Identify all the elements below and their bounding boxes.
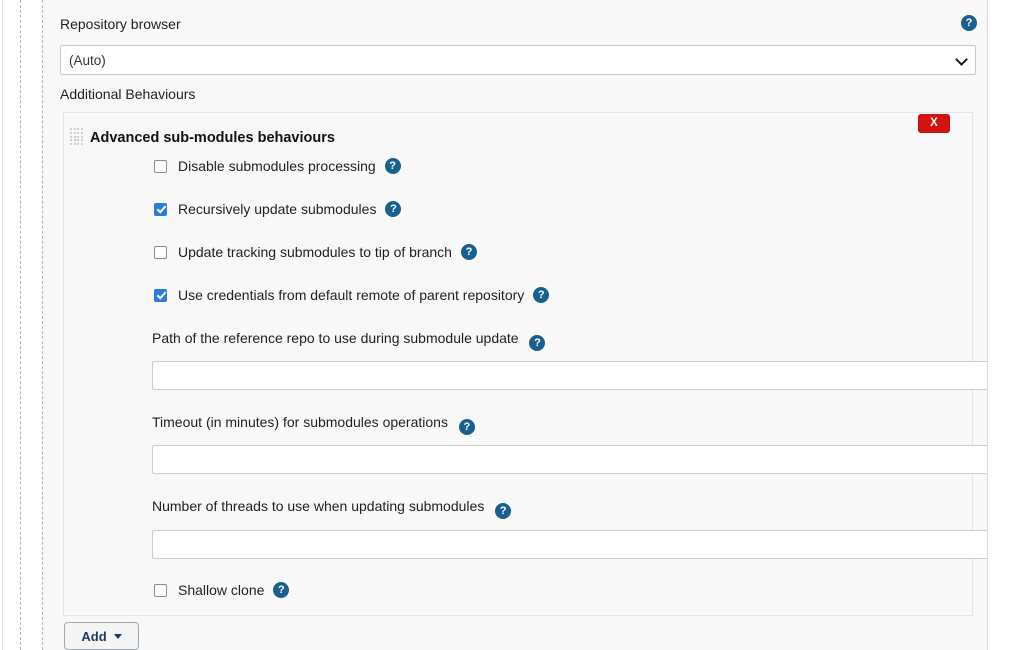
add-behaviour-button[interactable]: Add — [64, 622, 139, 650]
right-gutter — [988, 0, 1024, 650]
repository-browser-label: Repository browser — [60, 16, 181, 32]
label-text-submodules-timeout: Timeout (in minutes) for submodules oper… — [152, 414, 448, 430]
label-text-reference-repo-path: Path of the reference repo to use during… — [152, 330, 519, 346]
additional-behaviours-label: Additional Behaviours — [60, 86, 196, 102]
repository-browser-help-icon[interactable]: ? — [961, 15, 977, 31]
repository-browser-select[interactable]: (Auto) — [60, 45, 976, 75]
checkbox-row-use-credentials[interactable]: Use credentials from default remote of p… — [154, 287, 550, 303]
checkbox-label-update-tracking-submodules: Update tracking submodules to tip of bra… — [178, 244, 452, 260]
help-icon-shallow-clone[interactable]: ? — [273, 582, 290, 598]
checkbox-label-disable-submodules-processing: Disable submodules processing — [178, 158, 376, 174]
input-submodules-timeout[interactable] — [152, 445, 1024, 474]
advanced-submodules-panel: Advanced sub-modules behaviours X Disabl… — [63, 112, 1024, 616]
checkbox-row-shallow-clone[interactable]: Shallow clone ? — [154, 582, 290, 598]
checkbox-row-recursively-update[interactable]: Recursively update submodules ? — [154, 201, 402, 217]
label-reference-repo-path: Path of the reference repo to use during… — [152, 330, 546, 351]
help-icon-update-tracking-submodules[interactable]: ? — [460, 244, 477, 260]
repository-browser-select-wrap: (Auto) — [60, 45, 978, 75]
checkbox-update-tracking-submodules[interactable] — [154, 245, 167, 259]
delete-behaviour-button[interactable]: X — [918, 114, 950, 133]
help-icon-submodules-threads[interactable]: ? — [495, 503, 512, 519]
panel-title: Advanced sub-modules behaviours — [90, 130, 335, 146]
checkbox-label-use-credentials-parent-repo: Use credentials from default remote of p… — [178, 287, 525, 303]
caret-down-icon — [113, 633, 122, 639]
dashed-guide-outer — [20, 0, 21, 650]
additional-behaviours-section: Additional Behaviours — [60, 85, 978, 103]
checkbox-row-update-tracking[interactable]: Update tracking submodules to tip of bra… — [154, 244, 477, 260]
drag-grip-icon[interactable] — [70, 128, 83, 146]
outer-container-rail — [2, 0, 3, 650]
label-submodules-timeout: Timeout (in minutes) for submodules oper… — [152, 414, 475, 435]
help-icon-use-credentials-parent-repo[interactable]: ? — [533, 287, 550, 303]
checkbox-recursively-update-submodules[interactable] — [154, 202, 167, 216]
help-icon-recursively-update-submodules[interactable]: ? — [385, 201, 402, 217]
label-text-submodules-threads: Number of threads to use when updating s… — [152, 498, 485, 514]
input-reference-repo-path[interactable] — [152, 361, 1024, 390]
checkbox-shallow-clone[interactable] — [154, 583, 167, 597]
input-submodules-threads[interactable] — [152, 530, 1024, 559]
checkbox-label-recursively-update-submodules: Recursively update submodules — [178, 201, 377, 217]
checkbox-label-shallow-clone: Shallow clone — [178, 582, 265, 598]
checkbox-row-disable-submodules[interactable]: Disable submodules processing ? — [154, 158, 401, 174]
help-icon-submodules-timeout[interactable]: ? — [458, 419, 475, 435]
help-icon-disable-submodules-processing[interactable]: ? — [384, 158, 401, 174]
add-button-label: Add — [81, 628, 107, 644]
page-root: Repository browser ? (Auto) Additional B… — [0, 0, 1024, 650]
repository-browser-section: Repository browser — [60, 15, 978, 33]
checkbox-disable-submodules-processing[interactable] — [154, 159, 167, 173]
help-icon-reference-repo-path[interactable]: ? — [529, 335, 546, 351]
checkbox-use-credentials-parent-repo[interactable] — [154, 288, 167, 302]
label-submodules-threads: Number of threads to use when updating s… — [152, 498, 512, 519]
